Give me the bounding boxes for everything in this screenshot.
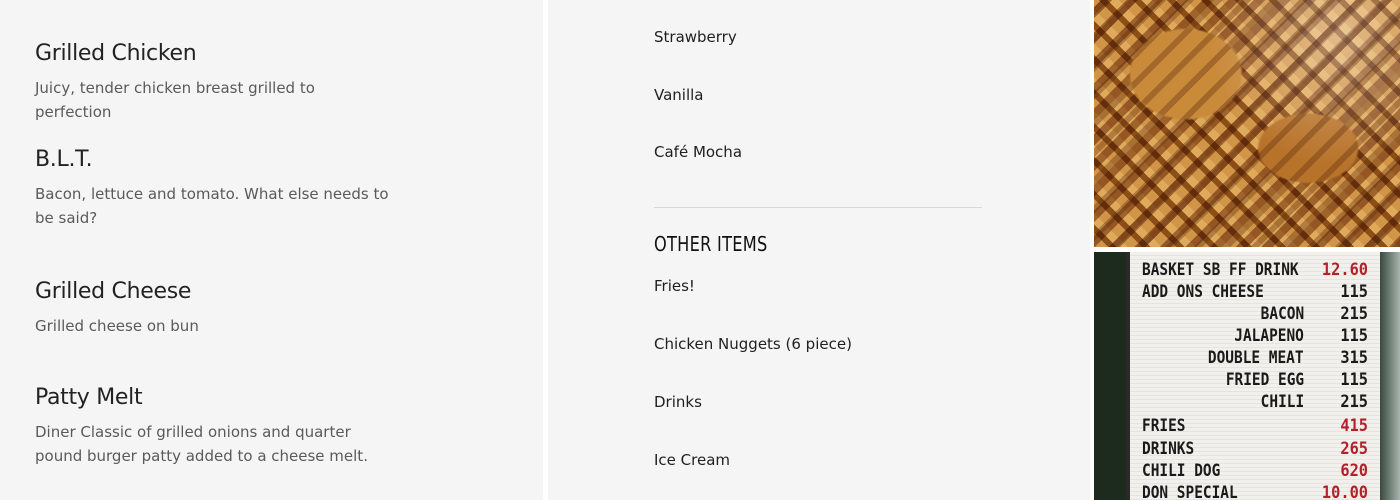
menu-item-name: Patty Melt [35, 385, 143, 410]
menu-board-label: ADD ONS CHEESE [1142, 282, 1264, 302]
menu-item-name: Grilled Chicken [35, 41, 197, 66]
photo-gallery: BASKET SB FF DRINK 12.60 ADD ONS CHEESE … [1094, 0, 1400, 500]
menu-item-description: Juicy, tender chicken breast grilled to … [35, 79, 315, 121]
menu-board-label: JALAPENO [1234, 326, 1304, 346]
menu-board-price: 620 [1340, 461, 1368, 481]
fries-photo-texture [1094, 0, 1400, 247]
menu-item-description: Bacon, lettuce and tomato. What else nee… [35, 185, 389, 227]
menu-item-description: Diner Classic of grilled onions and quar… [35, 423, 368, 465]
other-item: Ice Cream [654, 451, 731, 469]
menu-board-label: BASKET SB FF DRINK [1142, 260, 1299, 280]
menu-board-line: JALAPENO 115 [1130, 326, 1374, 348]
menu-board-price: 265 [1340, 439, 1368, 459]
menu-board-label: BACON [1260, 304, 1304, 324]
other-item: Chicken Nuggets (6 piece) [654, 335, 852, 353]
menu-item-blt: B.L.T. Bacon, lettuce and tomato. What e… [35, 146, 395, 230]
menu-board-line: BACON 215 [1130, 304, 1374, 326]
menu-board-line: CHILI 215 [1130, 392, 1374, 414]
menu-board-label: DON SPECIAL [1142, 483, 1238, 500]
fries-photo [1094, 0, 1400, 247]
menu-item-grilled-cheese: Grilled Cheese Grilled cheese on bun [35, 278, 395, 338]
flavor-item: Café Mocha [654, 143, 743, 161]
menu-board-sign: BASKET SB FF DRINK 12.60 ADD ONS CHEESE … [1126, 252, 1384, 500]
menu-item-name: Grilled Cheese [35, 279, 192, 304]
menu-board-price: 215 [1340, 304, 1368, 324]
flavor-item: Strawberry [654, 28, 737, 46]
menu-board-price: 115 [1340, 326, 1368, 346]
menu-item-description: Grilled cheese on bun [35, 317, 199, 335]
menu-board-price: 415 [1340, 416, 1368, 436]
menu-board-price: 315 [1340, 348, 1368, 368]
menu-board-window-edge [1380, 252, 1400, 500]
menu-board-line: DRINKS 265 [1130, 439, 1374, 461]
menu-board-label: CHILI [1260, 392, 1304, 412]
menu-board-price: 12.60 [1321, 260, 1368, 280]
menu-item-name: B.L.T. [35, 147, 93, 172]
menu-board-label: DRINKS [1142, 439, 1195, 459]
menu-items-panel: Grilled Chicken Juicy, tender chicken br… [0, 0, 543, 500]
flavor-item: Vanilla [654, 86, 704, 104]
menu-board-line: FRIED EGG 115 [1130, 370, 1374, 392]
menu-board-price: 10.00 [1321, 483, 1368, 500]
other-item: Drinks [654, 393, 702, 411]
menu-board-line: CHILI DOG 620 [1130, 461, 1374, 483]
menu-board-line: DOUBLE MEAT 315 [1130, 348, 1374, 370]
menu-item-grilled-chicken: Grilled Chicken Juicy, tender chicken br… [35, 40, 395, 124]
menu-board-label: FRIES [1142, 416, 1186, 436]
menu-item-patty-melt: Patty Melt Diner Classic of grilled onio… [35, 384, 395, 468]
menu-board-line: DON SPECIAL 10.00 [1130, 483, 1374, 500]
section-divider [654, 207, 982, 208]
menu-board-label: FRIED EGG [1225, 370, 1304, 390]
menu-board-label: DOUBLE MEAT [1208, 348, 1304, 368]
other-item: Fries! [654, 277, 695, 295]
menu-board-line: BASKET SB FF DRINK 12.60 [1130, 260, 1374, 282]
menu-board-line: ADD ONS CHEESE 115 [1130, 282, 1374, 304]
other-items-heading: OTHER ITEMS [654, 232, 768, 256]
menu-board-label: CHILI DOG [1142, 461, 1221, 481]
menu-board-price: 215 [1340, 392, 1368, 412]
menu-board-line: FRIES 415 [1130, 416, 1374, 438]
menu-board-price: 115 [1340, 282, 1368, 302]
menu-board-photo: BASKET SB FF DRINK 12.60 ADD ONS CHEESE … [1094, 252, 1400, 500]
simple-items-panel: Strawberry Vanilla Café Mocha OTHER ITEM… [548, 0, 1090, 500]
menu-board-price: 115 [1340, 370, 1368, 390]
